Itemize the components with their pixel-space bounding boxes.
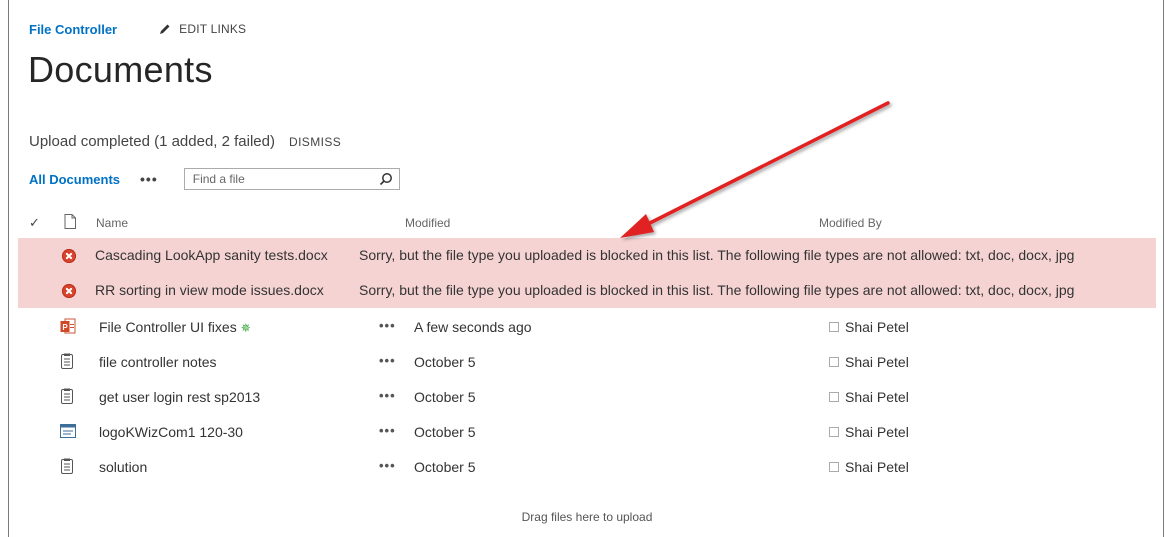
item-menu-button[interactable]: ••• <box>379 458 396 473</box>
modified-by[interactable]: Shai Petel <box>829 459 909 475</box>
file-name: File Controller UI fixes <box>99 319 237 335</box>
powerpoint-icon: P <box>60 318 76 338</box>
table-row[interactable]: get user login rest sp2013 ••• October 5… <box>9 380 1155 415</box>
modified-date: October 5 <box>414 389 476 405</box>
file-name[interactable]: file controller notes <box>99 354 217 370</box>
drop-zone-text[interactable]: Drag files here to upload <box>9 510 1165 524</box>
image-file-icon <box>60 423 76 442</box>
page-title: Documents <box>28 49 213 90</box>
column-name[interactable]: Name <box>96 216 128 230</box>
view-more-button[interactable]: ••• <box>140 171 158 187</box>
view-bar: All Documents ••• <box>29 167 400 191</box>
site-title-link[interactable]: File Controller <box>29 22 117 37</box>
modified-by-name: Shai Petel <box>845 319 909 335</box>
error-file-name: RR sorting in view mode issues.docx <box>95 282 324 298</box>
modified-by[interactable]: Shai Petel <box>829 319 909 335</box>
error-row: RR sorting in view mode issues.docx Sorr… <box>18 273 1156 308</box>
search-icon[interactable] <box>379 172 393 186</box>
item-menu-button[interactable]: ••• <box>379 353 396 368</box>
table-row[interactable]: logoKWizCom1 120-30 ••• October 5 Shai P… <box>9 415 1155 450</box>
select-all-checkmark[interactable]: ✓ <box>29 215 40 231</box>
upload-status: Upload completed (1 added, 2 failed) DIS… <box>29 133 341 150</box>
column-modified-by[interactable]: Modified By <box>819 216 882 230</box>
modified-by-name: Shai Petel <box>845 389 909 405</box>
table-row[interactable]: file controller notes ••• October 5 Shai… <box>9 345 1155 380</box>
edit-links-button[interactable]: EDIT LINKS <box>159 22 246 36</box>
modified-date: A few seconds ago <box>414 319 532 335</box>
item-menu-button[interactable]: ••• <box>379 423 396 438</box>
pencil-icon <box>160 24 170 34</box>
upload-status-message: Upload completed (1 added, 2 failed) <box>29 133 275 150</box>
error-row: Cascading LookApp sanity tests.docx Sorr… <box>18 238 1156 273</box>
modified-by[interactable]: Shai Petel <box>829 389 909 405</box>
column-modified[interactable]: Modified <box>405 216 450 230</box>
modified-date: October 5 <box>414 354 476 370</box>
modified-by[interactable]: Shai Petel <box>829 354 909 370</box>
text-file-icon <box>60 353 74 373</box>
modified-date: October 5 <box>414 459 476 475</box>
error-icon <box>62 249 76 263</box>
svg-text:P: P <box>62 323 68 332</box>
file-type-icon <box>64 214 76 232</box>
file-name[interactable]: get user login rest sp2013 <box>99 389 260 405</box>
error-message: Sorry, but the file type you uploaded is… <box>359 282 1075 298</box>
text-file-icon <box>60 388 74 408</box>
column-header-row: ✓ Name Modified Modified By <box>9 212 1155 236</box>
modified-by[interactable]: Shai Petel <box>829 424 909 440</box>
search-input[interactable] <box>184 172 373 186</box>
edit-links-label: EDIT LINKS <box>179 22 247 36</box>
presence-indicator <box>829 462 839 472</box>
error-file-name: Cascading LookApp sanity tests.docx <box>95 247 328 263</box>
file-name[interactable]: logoKWizCom1 120-30 <box>99 424 243 440</box>
search-box <box>183 168 400 190</box>
presence-indicator <box>829 322 839 332</box>
item-menu-button[interactable]: ••• <box>379 318 396 333</box>
modified-date: October 5 <box>414 424 476 440</box>
error-icon <box>62 284 76 298</box>
new-item-icon: ✵ <box>240 321 251 335</box>
text-file-icon <box>60 458 74 478</box>
modified-by-name: Shai Petel <box>845 459 909 475</box>
top-nav: File Controller EDIT LINKS <box>29 19 246 39</box>
presence-indicator <box>829 427 839 437</box>
file-name[interactable]: solution <box>99 459 147 475</box>
modified-by-name: Shai Petel <box>845 354 909 370</box>
item-menu-button[interactable]: ••• <box>379 388 396 403</box>
presence-indicator <box>829 357 839 367</box>
table-row[interactable]: P File Controller UI fixes ✵ ••• A few se… <box>9 310 1155 345</box>
dismiss-button[interactable]: DISMISS <box>289 135 341 149</box>
file-name-link[interactable]: File Controller UI fixes ✵ <box>99 319 251 335</box>
error-message: Sorry, but the file type you uploaded is… <box>359 247 1075 263</box>
table-row[interactable]: solution ••• October 5 Shai Petel <box>9 450 1155 485</box>
view-all-documents[interactable]: All Documents <box>29 172 120 187</box>
page-frame: File Controller EDIT LINKS Documents Upl… <box>8 0 1164 537</box>
modified-by-name: Shai Petel <box>845 424 909 440</box>
presence-indicator <box>829 392 839 402</box>
